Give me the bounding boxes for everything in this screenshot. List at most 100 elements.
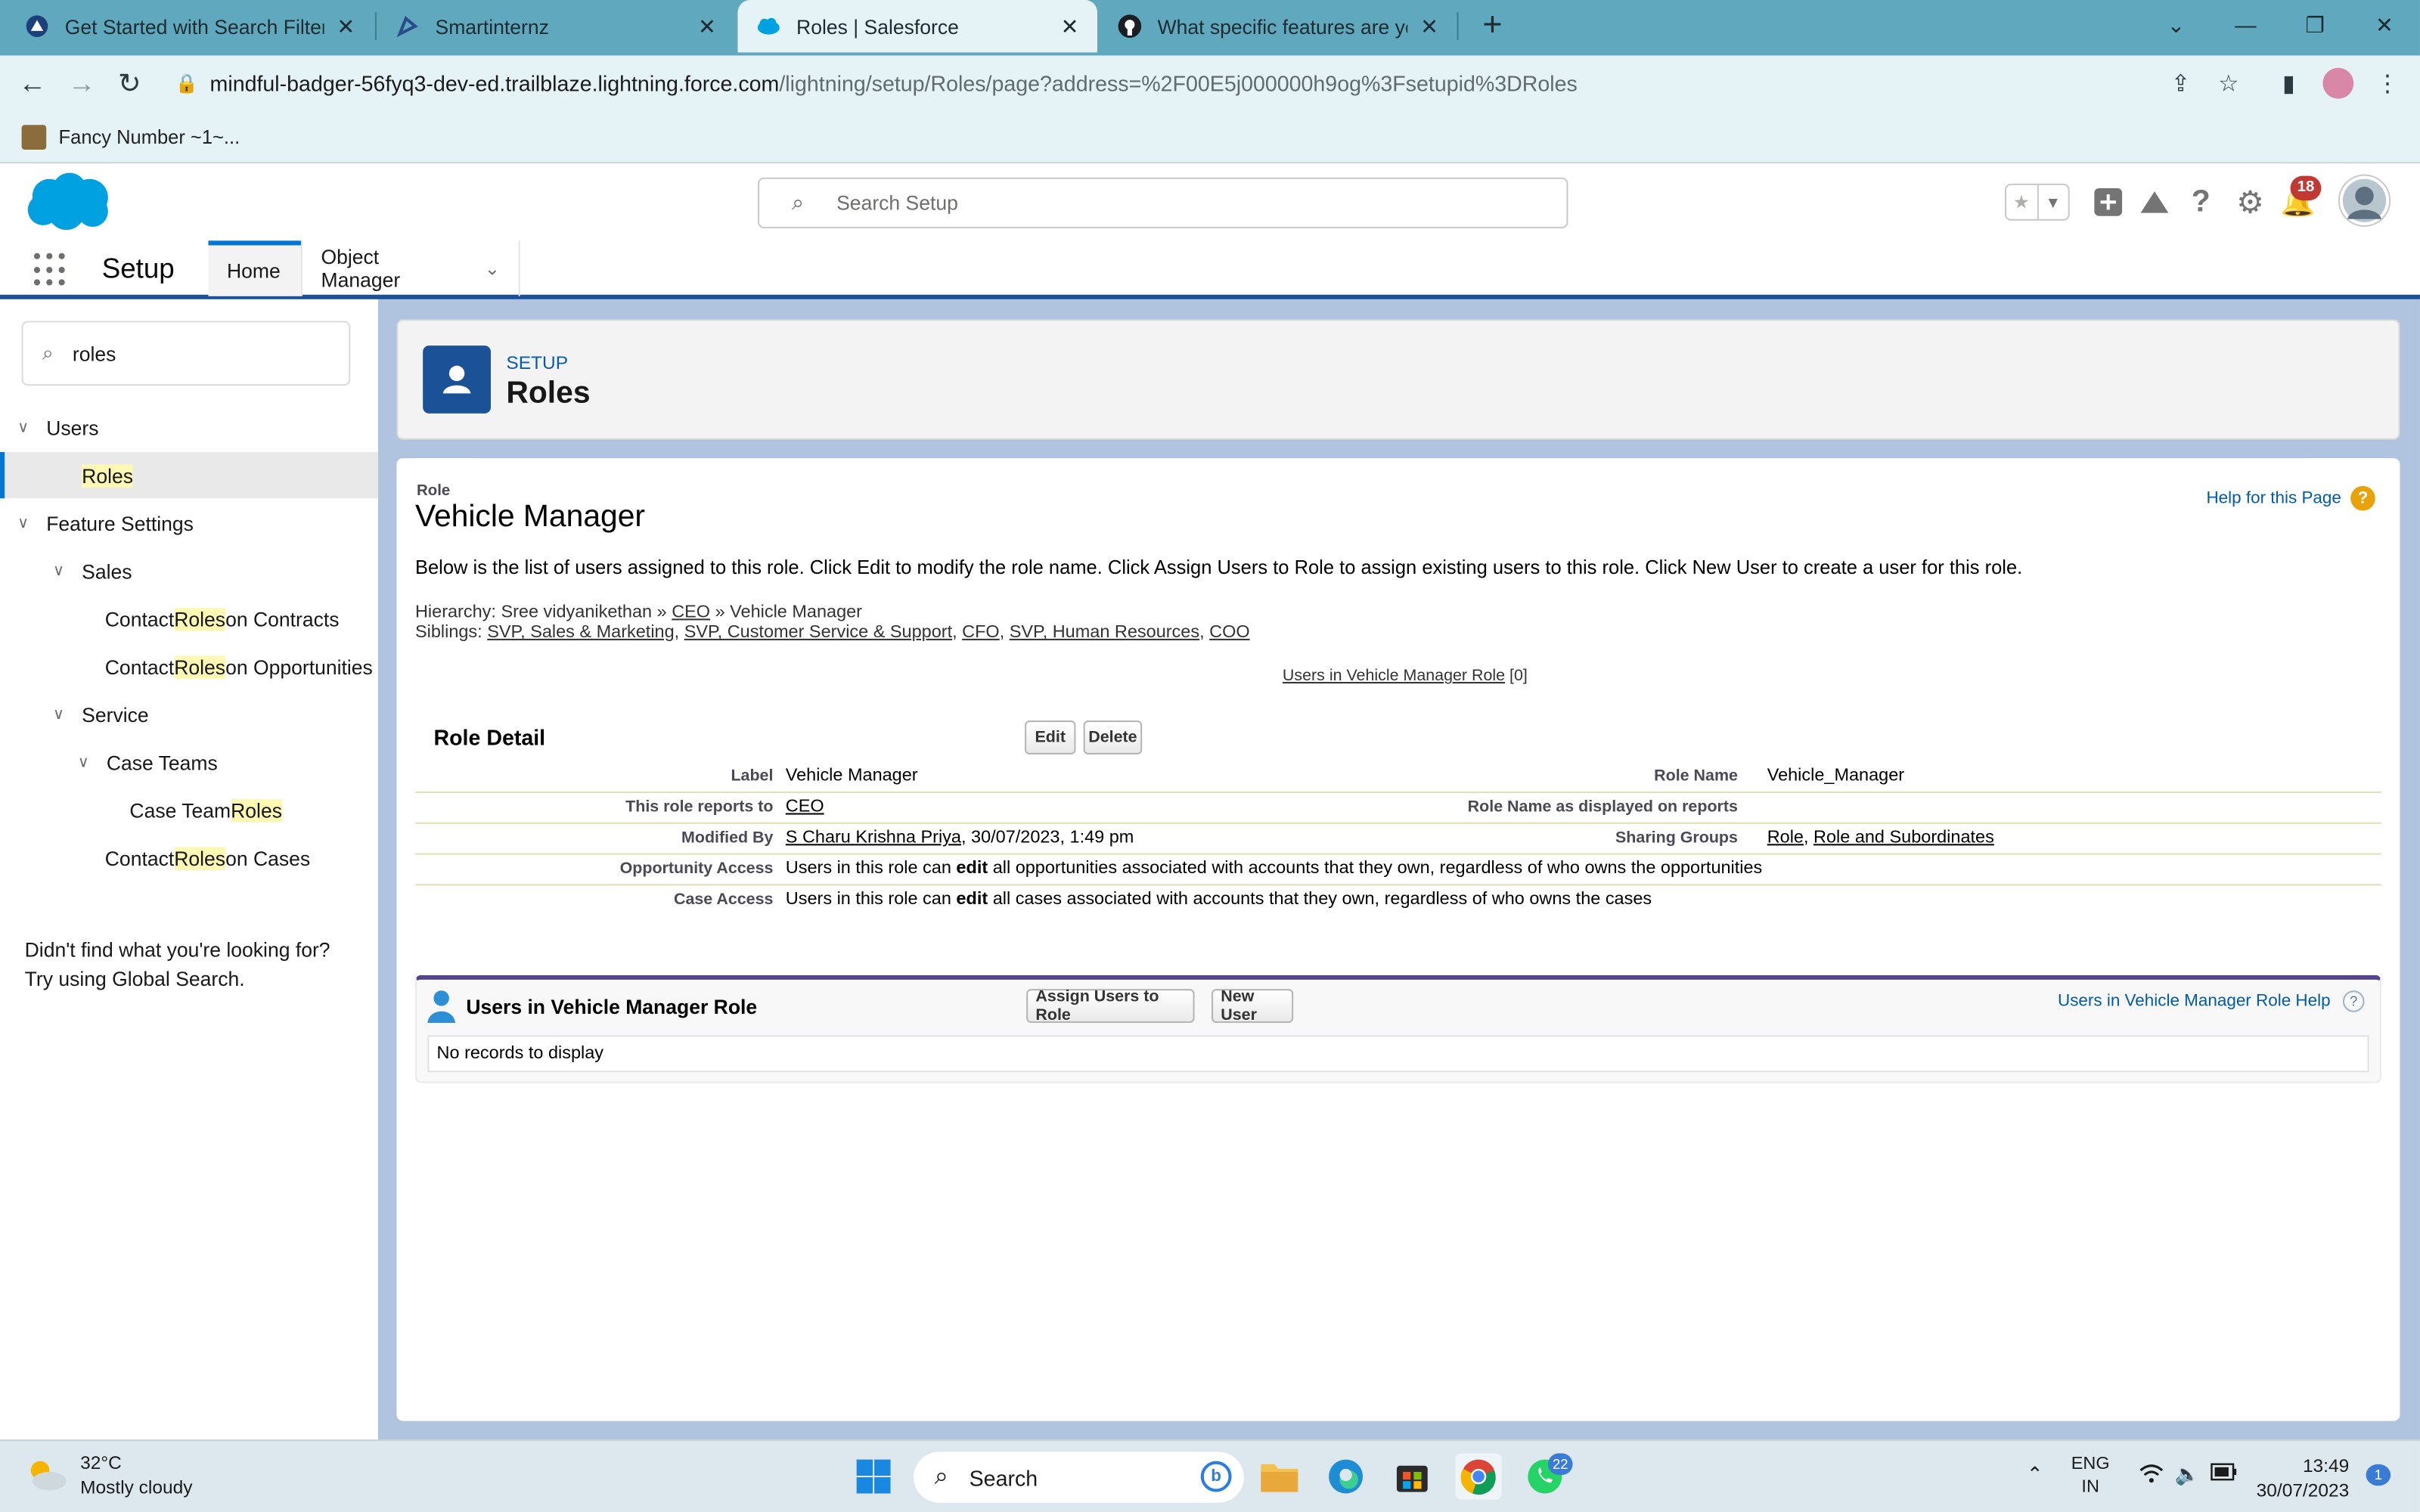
browser-tab[interactable]: Smartinternz ✕ — [377, 0, 734, 52]
share-icon[interactable]: ⇪ — [2162, 65, 2199, 102]
microsoft-store-icon[interactable] — [1389, 1453, 1435, 1499]
windows-start-icon[interactable] — [850, 1453, 896, 1499]
settings-gear-icon[interactable]: ⚙ — [2232, 184, 2269, 221]
browser-tab[interactable]: What specific features are you int ✕ — [1099, 0, 1457, 52]
global-actions-plus-icon[interactable] — [2090, 184, 2127, 221]
partly-cloudy-icon — [25, 1457, 68, 1494]
battery-icon[interactable] — [2210, 1463, 2238, 1486]
tree-node-contact-roles-cases[interactable]: Contact Roles on Cases — [0, 835, 378, 881]
detail-row-reports-to: This role reports to CEO Role Name as di… — [414, 793, 2381, 824]
bookmark-item[interactable]: Fancy Number ~1~... — [59, 125, 240, 147]
tree-node-sales[interactable]: ∨ Sales — [0, 547, 378, 593]
favorites-star-icon[interactable]: ★ — [2006, 185, 2037, 219]
chevron-down-icon[interactable]: ∨ — [48, 706, 70, 723]
chevron-down-icon[interactable]: ∨ — [12, 515, 34, 531]
restore-icon[interactable]: ❐ — [2279, 0, 2350, 49]
region-code: IN — [2081, 1478, 2099, 1497]
side-panel-icon[interactable]: ▮ — [2270, 65, 2307, 102]
browser-tab-active[interactable]: Roles | Salesforce ✕ — [737, 0, 1098, 53]
field-value: S Charu Krishna Priya, 30/07/2023, 1:49 … — [786, 829, 1134, 847]
sibling-link[interactable]: SVP, Sales & Marketing — [487, 623, 674, 641]
trailhead-guidance-icon[interactable] — [2136, 184, 2173, 221]
tree-label-highlight: Roles — [174, 846, 226, 869]
smartinternz-icon — [395, 14, 420, 39]
chevron-down-icon[interactable]: ∨ — [73, 754, 95, 770]
favorites-dropdown-icon[interactable]: ▾ — [2036, 184, 2068, 219]
user-avatar[interactable] — [2339, 175, 2390, 225]
chrome-browser-icon[interactable] — [1455, 1453, 1502, 1500]
user-role-icon — [423, 345, 491, 414]
tree-node-contact-roles-contracts[interactable]: Contact Roles on Contracts — [0, 596, 378, 642]
window-close-icon[interactable]: ✕ — [2349, 0, 2420, 49]
tab-home[interactable]: Home — [208, 240, 301, 296]
assign-users-button[interactable]: Assign Users to Role — [1026, 987, 1195, 1024]
tree-node-contact-roles-opportunities[interactable]: Contact Roles on Opportunities — [0, 643, 378, 689]
tree-node-service[interactable]: ∨ Service — [0, 691, 378, 737]
sibling-link[interactable]: SVP, Human Resources — [1010, 623, 1199, 641]
sharing-group-link[interactable]: Role and Subordinates — [1813, 829, 1994, 847]
minimize-icon[interactable]: — — [2210, 0, 2281, 49]
lock-icon: 🔒 — [175, 72, 199, 94]
tree-label-highlight: Roles — [82, 463, 134, 487]
back-arrow-icon[interactable]: ← — [14, 65, 51, 102]
tree-label: on Contracts — [225, 607, 340, 631]
sibling-link[interactable]: COO — [1209, 623, 1249, 641]
close-icon[interactable]: ✕ — [1420, 13, 1438, 39]
show-hidden-icons-chevron-icon[interactable]: ⌃ — [2027, 1463, 2043, 1488]
tab-object-manager[interactable]: Object Manager ⌄ — [300, 240, 520, 296]
reload-icon[interactable]: ↻ — [111, 65, 148, 102]
taskbar-search-box[interactable]: ⌕ Search b — [914, 1452, 1244, 1503]
sharing-group-link[interactable]: Role — [1767, 829, 1804, 847]
new-user-button[interactable]: New User — [1212, 987, 1294, 1024]
close-icon[interactable]: ✕ — [1061, 13, 1079, 39]
related-list-help-link[interactable]: Users in Vehicle Manager Role Help ? — [2058, 990, 2365, 1012]
weather-widget[interactable]: 32°C Mostly cloudy — [25, 1450, 192, 1499]
edit-button[interactable]: Edit — [1025, 720, 1076, 754]
tree-node-feature-settings[interactable]: ∨ Feature Settings — [0, 500, 378, 546]
notification-center-badge[interactable]: 1 — [2366, 1464, 2391, 1486]
chevron-down-icon[interactable]: ∨ — [12, 419, 34, 435]
forward-arrow-icon[interactable]: → — [64, 65, 101, 102]
delete-button[interactable]: Delete — [1083, 720, 1143, 754]
tree-node-roles[interactable]: Roles — [0, 451, 378, 499]
tree-node-case-team-roles[interactable]: Case Team Roles — [0, 787, 378, 833]
reports-to-link[interactable]: CEO — [786, 798, 824, 816]
tree-node-users[interactable]: ∨ Users — [0, 404, 378, 451]
favorites-group[interactable]: ★ ▾ — [2004, 183, 2070, 221]
wifi-icon[interactable] — [2139, 1463, 2164, 1489]
breadcrumb[interactable]: SETUP — [506, 352, 568, 373]
whatsapp-unread-badge: 22 — [1547, 1453, 1573, 1476]
notification-count-badge: 18 — [2290, 175, 2322, 201]
browser-menu-icon[interactable]: ⋮ — [2369, 65, 2406, 102]
address-bar[interactable]: 🔒 mindful-badger-56fyq3-dev-ed.trailblaz… — [163, 60, 2263, 107]
detail-row-opportunity-access: Opportunity Access Users in this role ca… — [414, 855, 2381, 886]
edge-browser-icon[interactable] — [1323, 1453, 1369, 1499]
close-icon[interactable]: ✕ — [337, 13, 355, 39]
volume-icon[interactable]: 🔈 — [2174, 1463, 2199, 1488]
role-hierarchy: Hierarchy: Sree vidyanikethan » CEO » Ve… — [415, 603, 862, 621]
quick-find-input[interactable]: ⌕ roles — [21, 321, 351, 386]
help-for-page-link[interactable]: Help for this Page ? — [2206, 485, 2375, 511]
salesforce-logo[interactable] — [25, 172, 111, 234]
setup-search-input[interactable]: ⌕ Search Setup — [758, 177, 1568, 229]
help-question-icon[interactable]: ? — [2183, 184, 2220, 221]
field-value: Vehicle_Manager — [1767, 767, 1905, 785]
new-tab-plus-icon[interactable]: + — [1472, 5, 1512, 46]
tab-search-chevron-icon[interactable]: ⌄ — [2141, 0, 2212, 49]
file-explorer-icon[interactable] — [1256, 1453, 1302, 1499]
chevron-down-icon[interactable]: ⌄ — [485, 258, 501, 280]
bookmark-star-icon[interactable]: ☆ — [2210, 65, 2247, 102]
tree-node-case-teams[interactable]: ∨ Case Teams — [0, 739, 378, 785]
users-in-role-link[interactable]: Users in Vehicle Manager Role — [1283, 667, 1505, 685]
profile-avatar-icon[interactable] — [2319, 65, 2356, 102]
sibling-link[interactable]: SVP, Customer Service & Support — [684, 623, 952, 641]
browser-tab[interactable]: Get Started with Search Filters in ✕ — [6, 0, 374, 52]
hierarchy-parent-link[interactable]: CEO — [672, 603, 710, 621]
modified-by-user-link[interactable]: S Charu Krishna Priya — [786, 829, 961, 847]
sibling-link[interactable]: CFO — [962, 623, 1000, 641]
app-launcher-grid-icon[interactable] — [33, 253, 68, 287]
language-indicator[interactable]: ENG IN — [2071, 1453, 2110, 1499]
system-clock[interactable]: 13:49 30/07/2023 — [2257, 1453, 2350, 1502]
close-icon[interactable]: ✕ — [698, 13, 716, 39]
chevron-down-icon[interactable]: ∨ — [48, 562, 70, 579]
